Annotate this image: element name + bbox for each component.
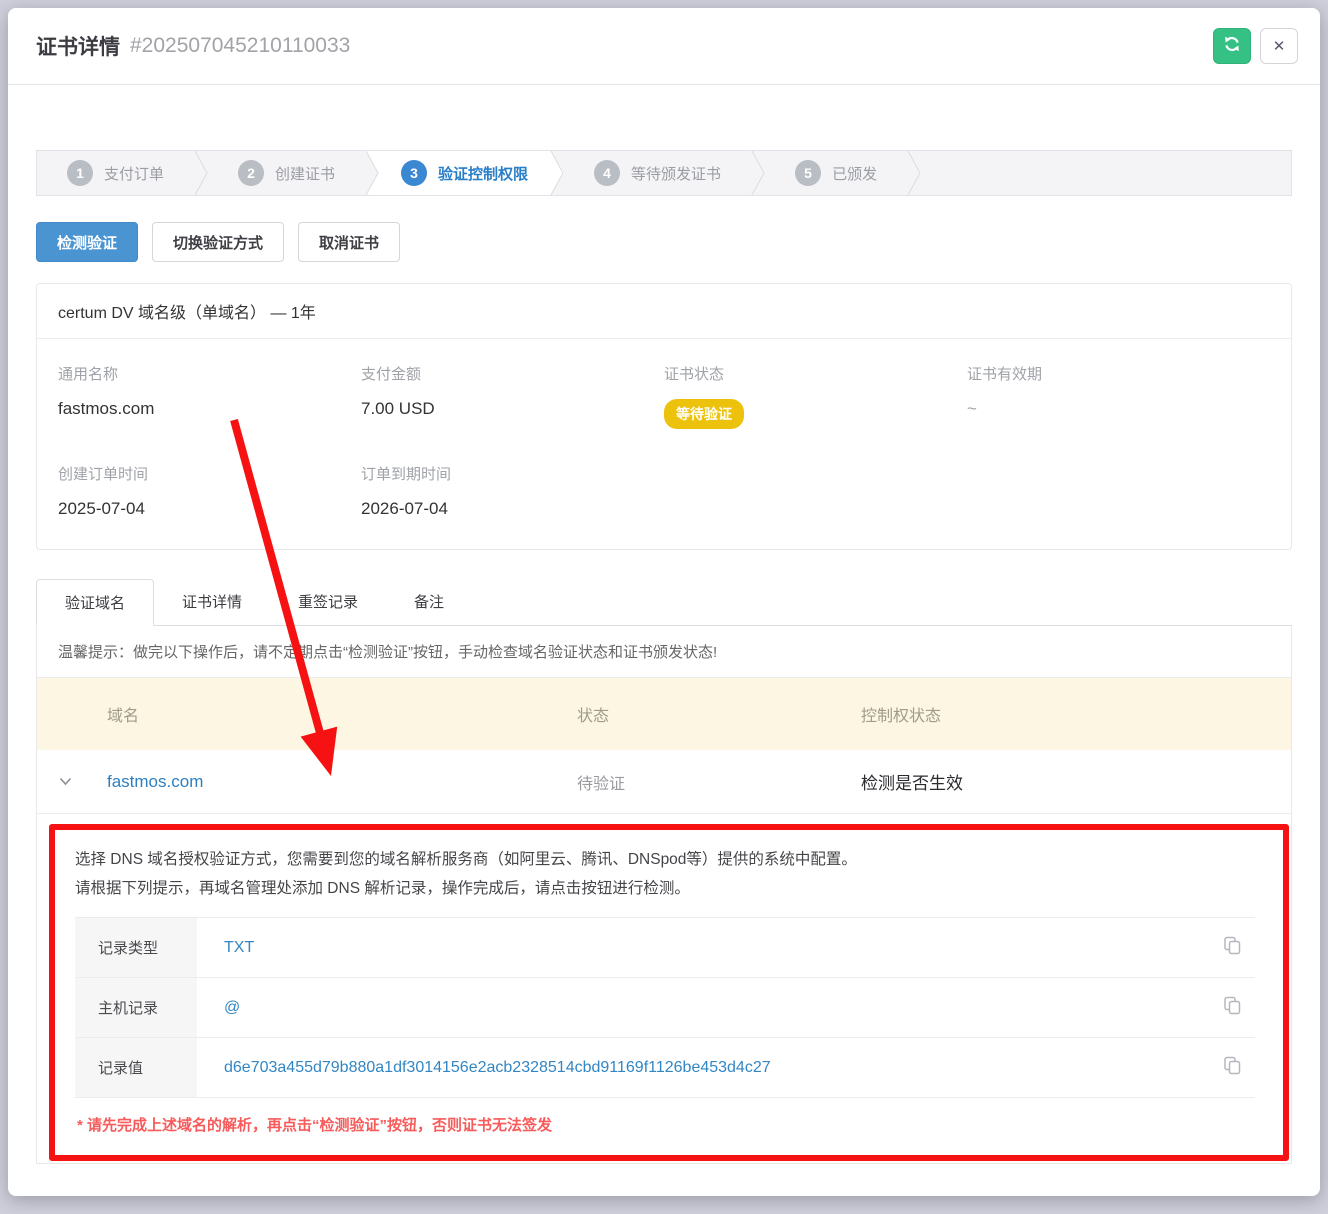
field-label: 支付金额: [361, 363, 664, 384]
modal-content: 1 支付订单 2 创建证书 3 验证控制权限 4 等待颁发证书 5 已颁发: [8, 150, 1320, 1196]
field-value: fastmos.com: [58, 399, 361, 419]
field-label: 订单到期时间: [361, 463, 664, 484]
step-number: 3: [401, 160, 427, 186]
control-status: 检测是否生效: [847, 769, 1291, 794]
domain-table-row[interactable]: fastmos.com 待验证 检测是否生效: [37, 750, 1291, 814]
toolbar: 检测验证 切换验证方式 取消证书: [36, 222, 1292, 262]
step-chevron-separator: [550, 151, 564, 195]
step-issued: 5 已颁发: [765, 151, 907, 195]
record-value: @: [197, 978, 1209, 1037]
tab-verify-domain[interactable]: 验证域名: [36, 579, 154, 626]
field-cert-validity: 证书有效期 ~: [967, 363, 1270, 429]
dns-instruction-line1: 选择 DNS 域名授权验证方式，您需要到您的域名解析服务商（如阿里云、腾讯、DN…: [75, 846, 1263, 875]
col-domain: 域名: [93, 702, 563, 726]
step-verify-control: 3 验证控制权限: [365, 151, 564, 195]
copy-icon: [1222, 995, 1243, 1021]
product-title: certum DV 域名级（单域名） — 1年: [37, 284, 1291, 339]
col-status: 状态: [563, 702, 847, 726]
refresh-icon: [1223, 35, 1241, 58]
dns-record-type-row: 记录类型 TXT: [75, 917, 1255, 978]
dns-warning-text: * 请先完成上述域名的解析，再点击“检测验证”按钮，否则证书无法签发: [77, 1114, 1263, 1135]
info-fields: 通用名称 fastmos.com 支付金额 7.00 USD 证书状态 等待验证…: [37, 339, 1291, 549]
close-icon: ✕: [1273, 37, 1286, 55]
step-number: 2: [238, 160, 264, 186]
domain-status: 待验证: [563, 770, 847, 794]
cancel-certificate-button[interactable]: 取消证书: [298, 222, 400, 262]
step-chevron-separator: [194, 151, 208, 195]
switch-validation-method-button[interactable]: 切换验证方式: [152, 222, 284, 262]
step-pay-order: 1 支付订单: [37, 151, 194, 195]
record-label: 记录值: [75, 1038, 197, 1097]
field-value: 2025-07-04: [58, 499, 361, 519]
field-label: 证书有效期: [967, 363, 1270, 384]
step-label: 验证控制权限: [438, 163, 528, 184]
field-order-expiry: 订单到期时间 2026-07-04: [361, 463, 664, 519]
dns-record-table: 记录类型 TXT 主机记录 @: [75, 917, 1255, 1098]
dns-validation-panel: 选择 DNS 域名授权验证方式，您需要到您的域名解析服务商（如阿里云、腾讯、DN…: [49, 824, 1289, 1161]
field-label: 创建订单时间: [58, 463, 361, 484]
step-number: 5: [795, 160, 821, 186]
record-value: d6e703a455d79b880a1df3014156e2acb2328514…: [197, 1038, 1209, 1097]
field-paid-amount: 支付金额 7.00 USD: [361, 363, 664, 429]
tab-reissue-records[interactable]: 重签记录: [270, 579, 386, 626]
close-button[interactable]: ✕: [1260, 28, 1298, 64]
step-wait-issue: 4 等待颁发证书: [564, 151, 751, 195]
chevron-down-icon[interactable]: [37, 773, 93, 791]
dns-host-record-row: 主机记录 @: [75, 978, 1255, 1038]
copy-button[interactable]: [1209, 978, 1255, 1037]
step-label: 创建证书: [275, 163, 335, 184]
copy-button[interactable]: [1209, 918, 1255, 977]
field-value: 2026-07-04: [361, 499, 664, 519]
status-badge: 等待验证: [664, 399, 744, 429]
tab-content: 温馨提示：做完以下操作后，请不定期点击“检测验证”按钮，手动检查域名验证状态和证…: [36, 626, 1292, 1164]
step-number: 1: [67, 160, 93, 186]
tab-cert-details[interactable]: 证书详情: [154, 579, 270, 626]
detail-tabs: 验证域名 证书详情 重签记录 备注: [36, 578, 1292, 626]
field-order-created: 创建订单时间 2025-07-04: [58, 463, 361, 519]
page-title: 证书详情: [36, 31, 120, 61]
refresh-button[interactable]: [1213, 28, 1251, 64]
field-cert-status: 证书状态 等待验证: [664, 363, 967, 429]
field-label: 证书状态: [664, 363, 967, 384]
step-number: 4: [594, 160, 620, 186]
record-label: 主机记录: [75, 978, 197, 1037]
copy-icon: [1222, 1055, 1243, 1081]
step-label: 支付订单: [104, 163, 164, 184]
certificate-detail-modal: 证书详情 #202507045210110033 ✕: [8, 8, 1320, 1196]
field-common-name: 通用名称 fastmos.com: [58, 363, 361, 429]
step-create-cert: 2 创建证书: [208, 151, 365, 195]
domain-table-header: 域名 状态 控制权状态: [37, 678, 1291, 750]
step-chevron-separator: [751, 151, 765, 195]
step-chevron-separator: [907, 151, 921, 195]
notice-text: 温馨提示：做完以下操作后，请不定期点击“检测验证”按钮，手动检查域名验证状态和证…: [37, 626, 1291, 678]
dns-instruction-line2: 请根据下列提示，再域名管理处添加 DNS 解析记录，操作完成后，请点击按钮进行检…: [75, 875, 1263, 904]
record-label: 记录类型: [75, 918, 197, 977]
progress-steps: 1 支付订单 2 创建证书 3 验证控制权限 4 等待颁发证书 5 已颁发: [36, 150, 1292, 196]
tab-remarks[interactable]: 备注: [386, 579, 472, 626]
order-id: #202507045210110033: [130, 34, 350, 58]
field-value: 7.00 USD: [361, 399, 664, 419]
copy-icon: [1222, 935, 1243, 961]
domain-link[interactable]: fastmos.com: [93, 772, 563, 792]
modal-header: 证书详情 #202507045210110033 ✕: [8, 8, 1320, 85]
record-value: TXT: [197, 918, 1209, 977]
copy-button[interactable]: [1209, 1038, 1255, 1097]
dns-record-value-row: 记录值 d6e703a455d79b880a1df3014156e2acb232…: [75, 1038, 1255, 1098]
step-label: 等待颁发证书: [631, 163, 721, 184]
certificate-info-card: certum DV 域名级（单域名） — 1年 通用名称 fastmos.com…: [36, 283, 1292, 550]
step-chevron-separator: [365, 151, 379, 195]
step-label: 已颁发: [832, 163, 877, 184]
header-actions: ✕: [1213, 28, 1298, 64]
field-label: 通用名称: [58, 363, 361, 384]
col-control-status: 控制权状态: [847, 702, 1291, 726]
check-validation-button[interactable]: 检测验证: [36, 222, 138, 262]
field-value: ~: [967, 399, 1270, 419]
